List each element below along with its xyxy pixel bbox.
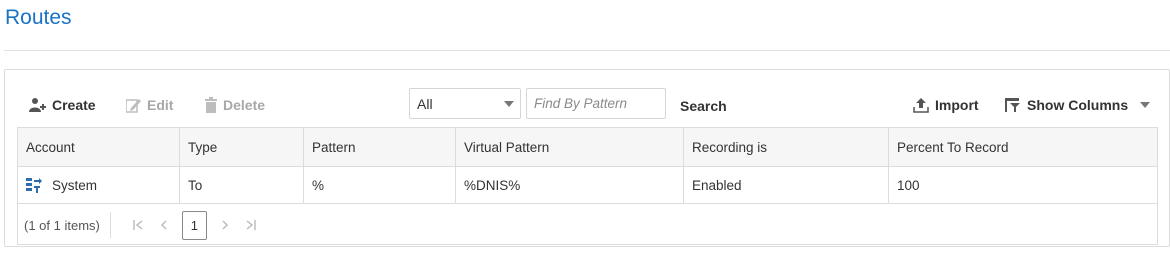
column-header-recording[interactable]: Recording is bbox=[684, 128, 889, 166]
pagination: (1 of 1 items) 1 bbox=[18, 205, 1157, 245]
routes-panel: Create Edit Delete All Find By Pattern S… bbox=[4, 69, 1170, 247]
pagination-divider bbox=[109, 212, 111, 238]
pagination-summary: (1 of 1 items) bbox=[24, 217, 100, 233]
show-columns-label: Show Columns bbox=[1027, 97, 1129, 113]
delete-label: Delete bbox=[223, 97, 266, 113]
filter-select-value: All bbox=[417, 95, 433, 112]
create-label: Create bbox=[52, 97, 96, 113]
page-number-button[interactable]: 1 bbox=[181, 210, 207, 240]
cell-account: System bbox=[18, 167, 180, 203]
toolbar: Create Edit Delete All Find By Pattern S… bbox=[5, 70, 1169, 126]
chevron-down-icon bbox=[504, 101, 514, 107]
previous-page-icon[interactable] bbox=[151, 212, 177, 238]
column-filter-icon bbox=[1005, 97, 1021, 113]
edit-label: Edit bbox=[147, 97, 174, 113]
pencil-icon bbox=[126, 97, 141, 113]
import-button[interactable]: Import bbox=[913, 94, 979, 116]
page-title: Routes bbox=[5, 6, 72, 29]
search-input[interactable] bbox=[526, 88, 666, 119]
delete-button[interactable]: Delete bbox=[205, 94, 265, 116]
filter-select[interactable]: All bbox=[409, 88, 521, 119]
title-divider bbox=[4, 50, 1170, 51]
column-header-account[interactable]: Account bbox=[18, 128, 180, 166]
trash-icon bbox=[205, 97, 217, 113]
edit-button[interactable]: Edit bbox=[126, 94, 173, 116]
chevron-down-icon bbox=[1140, 102, 1151, 108]
cell-type: To bbox=[180, 167, 304, 203]
show-columns-button[interactable]: Show Columns bbox=[1005, 94, 1151, 116]
table-row[interactable]: System To % %DNIS% Enabled 100 bbox=[18, 167, 1157, 204]
cell-pattern: % bbox=[304, 167, 456, 203]
column-header-pattern[interactable]: Pattern bbox=[304, 128, 456, 166]
column-header-virtual-pattern[interactable]: Virtual Pattern bbox=[456, 128, 684, 166]
route-icon bbox=[26, 177, 42, 193]
last-page-icon[interactable] bbox=[238, 212, 264, 238]
cell-percent: 100 bbox=[897, 177, 920, 193]
cell-virtual-pattern: %DNIS% bbox=[456, 167, 684, 203]
import-label: Import bbox=[935, 97, 979, 113]
table-header-row: Account Type Pattern Virtual Pattern Rec… bbox=[18, 128, 1157, 167]
column-header-percent[interactable]: Percent To Record bbox=[889, 128, 1157, 166]
search-button[interactable]: Search bbox=[680, 98, 727, 114]
next-page-icon[interactable] bbox=[212, 212, 238, 238]
add-user-icon bbox=[28, 97, 46, 113]
upload-icon bbox=[913, 97, 929, 113]
create-button[interactable]: Create bbox=[28, 94, 96, 116]
first-page-icon[interactable] bbox=[125, 212, 151, 238]
cell-recording: Enabled bbox=[684, 167, 889, 203]
account-name: System bbox=[52, 177, 98, 193]
column-header-type[interactable]: Type bbox=[180, 128, 304, 166]
routes-table: Account Type Pattern Virtual Pattern Rec… bbox=[17, 127, 1158, 245]
